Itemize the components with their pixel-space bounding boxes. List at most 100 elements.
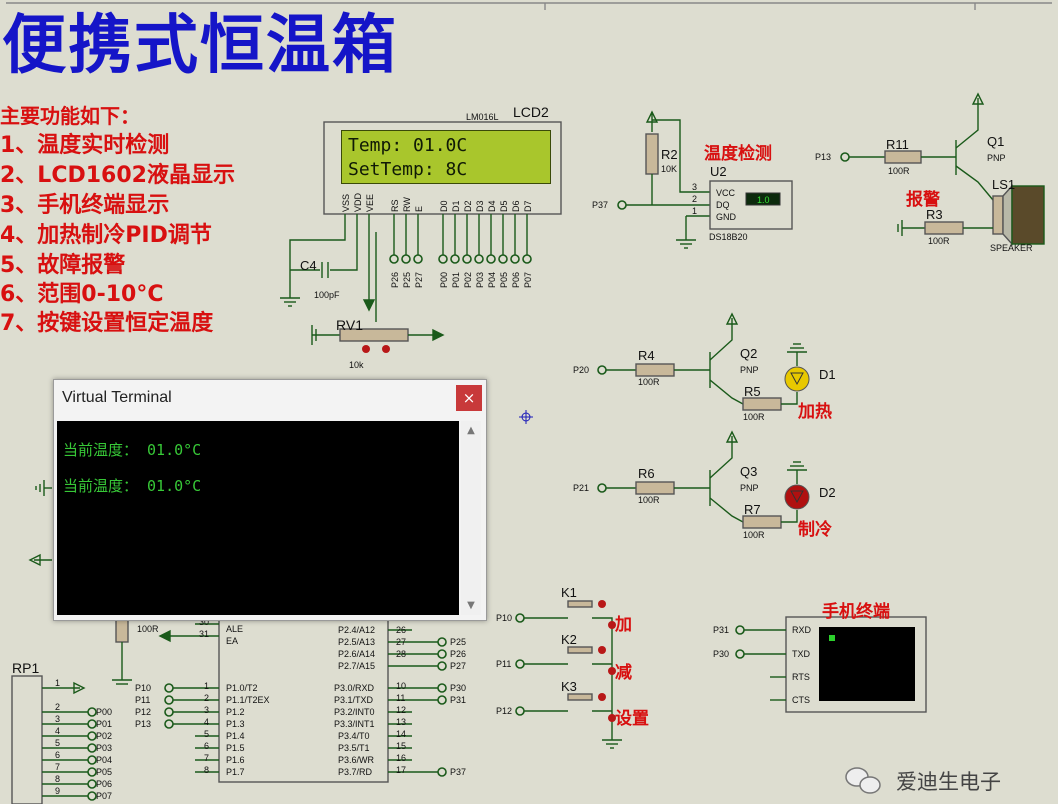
net-label: P31 [450, 695, 467, 705]
sensor-model: DS18B20 [709, 232, 748, 242]
net-label: P07 [523, 271, 533, 288]
close-button[interactable]: × [456, 385, 482, 411]
mcu-pin-name: P1.7 [226, 767, 245, 777]
feature-item: 6、范围0-10°C [0, 282, 164, 307]
q1-ref: Q1 [987, 134, 1005, 149]
r4-value: 100R [638, 377, 660, 387]
rp1-pin-num: 4 [55, 726, 61, 736]
net-label: P04 [487, 271, 497, 288]
scroll-down-icon[interactable]: ▼ [461, 600, 481, 611]
mcu-pin-name: P2.4/A12 [338, 625, 376, 635]
net-label: P13 [135, 719, 152, 729]
net-label: P00 [96, 707, 113, 717]
rp1-pin-num: 9 [55, 786, 61, 796]
virtual-terminal-window[interactable]: Virtual Terminal × 当前温度： 01.0°C 当前温度： 01… [53, 379, 487, 621]
r4-ref: R4 [638, 348, 655, 363]
mcu-pin-num: 5 [204, 729, 210, 739]
mcu-pin-num: 28 [396, 649, 407, 659]
vertical-scrollbar[interactable]: ▲ ▼ [461, 421, 481, 615]
rp1-pin-num: 8 [55, 774, 61, 784]
mcu-pin-name: P1.4 [226, 731, 245, 741]
lcd-pin-label: D4 [487, 200, 497, 212]
mcu-pin-num: 12 [396, 705, 407, 715]
lcd-pin-label: D3 [475, 200, 485, 212]
r6-ref: R6 [638, 466, 655, 481]
sensor-pin-num: 1 [692, 206, 698, 216]
net-label: P00 [439, 271, 449, 288]
mcu-pin-num: 10 [396, 681, 407, 691]
key-k3-ref[interactable]: K3 [561, 679, 577, 694]
mcu-pin-num: 16 [396, 753, 407, 763]
lcd-pin-label: D5 [499, 200, 509, 212]
terminal-output[interactable]: 当前温度： 01.0°C 当前温度： 01.0°C [57, 421, 459, 615]
lcd-net-labels: P26 P25 P27 P00 P01 P02 P03 P04 P05 P06 … [388, 266, 538, 290]
net-label: P37 [450, 767, 467, 777]
key-k2-label: 减 [615, 663, 632, 683]
key-k1-ref[interactable]: K1 [561, 585, 577, 600]
key-k2-ref[interactable]: K2 [561, 632, 577, 647]
q3-type: PNP [740, 483, 759, 493]
page-title: 便携式恒温箱 [2, 9, 398, 83]
speaker-label: SPEAKER [990, 243, 1033, 253]
lcd-pin-label: D2 [463, 200, 473, 212]
mcu-pin-num: 4 [204, 717, 210, 727]
mcu-pin-name: P3.1/TXD [334, 695, 374, 705]
lcd-line-1: Temp: 01.0C [348, 135, 468, 156]
sensor-pin-num: 3 [692, 182, 698, 192]
lcd-pin-label: RS [390, 199, 400, 212]
lcd-display[interactable]: Temp: 01.0C SetTemp: 8C [341, 130, 551, 184]
lcd-pin-label: E [414, 205, 424, 212]
net-label: P30 [450, 683, 467, 693]
mcu-pin-name: P3.4/T0 [338, 731, 370, 741]
lcd-pin-labels: VSS VDD VEE RS RW E D0 D1 D2 D3 D4 D5 D6… [339, 188, 539, 212]
q1-type: PNP [987, 153, 1006, 163]
net-label: P06 [511, 271, 521, 288]
mcu-pin-name: P2.5/A13 [338, 637, 376, 647]
net-label: P26 [450, 649, 467, 659]
lcd-model-label: LM016L [466, 112, 499, 122]
mcu-pin-num: 31 [199, 629, 210, 639]
sensor-pin-dq: DQ [716, 200, 730, 210]
phone-terminal-screen[interactable] [819, 627, 915, 701]
mcu-pin-name: P1.2 [226, 707, 245, 717]
net-label: P04 [96, 755, 113, 765]
mcu-pin-name: EA [226, 636, 239, 646]
mcu-pin-name: P3.0/RXD [334, 683, 375, 693]
phone-pin-rxd: RXD [792, 625, 812, 635]
lcd-line-2: SetTemp: 8C [348, 159, 468, 180]
r3-ref: R3 [926, 207, 943, 222]
terminal-line: 当前温度： 01.0°C [63, 477, 202, 495]
net-label: P06 [96, 779, 113, 789]
scroll-up-icon[interactable]: ▲ [461, 425, 481, 436]
mcu-pin-name: P1.5 [226, 743, 245, 753]
feature-item: 1、温度实时检测 [0, 133, 170, 158]
mcu-pin-num: 13 [396, 717, 407, 727]
net-label: P01 [451, 271, 461, 288]
sensor-section-label: 温度检测 [704, 144, 772, 164]
lcd-pin-label: D0 [439, 200, 449, 212]
mcu-pin-num: 3 [204, 705, 210, 715]
lcd-pin-label: D7 [523, 200, 533, 212]
r3-value: 100R [928, 236, 950, 246]
sensor-pin-gnd: GND [716, 212, 736, 222]
mcu-pin-name: P1.6 [226, 755, 245, 765]
net-label: P12 [496, 706, 513, 716]
phone-pin-txd: TXD [792, 649, 810, 659]
r7-value: 100R [743, 530, 765, 540]
d2-ref: D2 [819, 485, 836, 500]
mcu-pin-name: P2.7/A15 [338, 661, 376, 671]
rp1-pin-num: 5 [55, 738, 61, 748]
mcu-pin-num: 6 [204, 741, 210, 751]
lcd-pin-label: VDD [353, 192, 363, 212]
rv1-value: 10k [349, 360, 364, 370]
mcu-pin-name: P3.5/T1 [338, 743, 370, 753]
mcu-pin-num: 11 [396, 693, 406, 703]
net-label: P25 [402, 271, 412, 288]
rp1-pin-num: 1 [55, 678, 61, 688]
r6-value: 100R [638, 495, 660, 505]
net-label: P30 [713, 649, 730, 659]
phone-pin-cts: CTS [792, 695, 810, 705]
mcu-pin-num: 27 [396, 637, 407, 647]
footer-brand: 爱迪生电子 [896, 770, 1001, 794]
rp1-pin-num: 2 [55, 702, 61, 712]
